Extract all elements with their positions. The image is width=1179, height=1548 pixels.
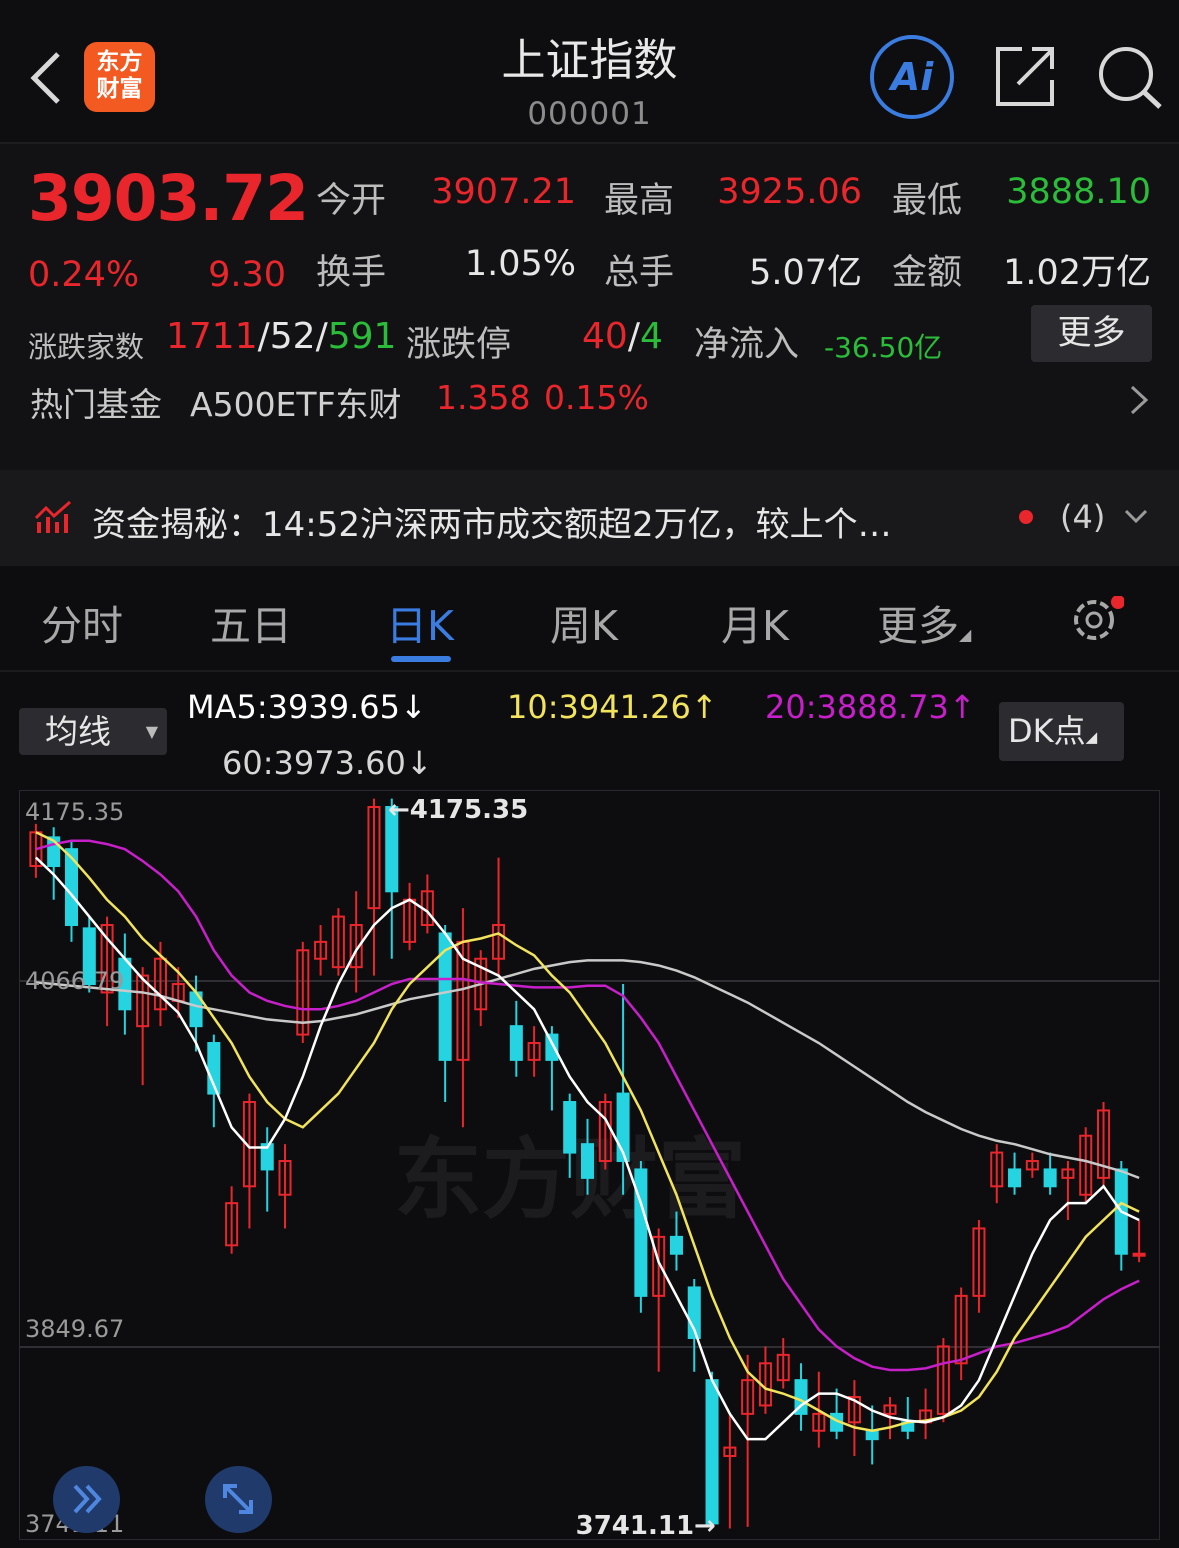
ma60-value: 60:3973.60↓ — [222, 744, 433, 782]
tab-yuek[interactable]: 月K — [721, 592, 789, 652]
fund-chevron-icon — [1126, 384, 1150, 420]
fund-percent: 0.15% — [544, 378, 649, 417]
turnover-value: 1.05% — [464, 244, 576, 284]
volume-value: 5.07亿 — [749, 253, 862, 293]
news-text: 资金揭秘：14:52沪深两市成交额超2万亿，较上个… — [92, 505, 892, 545]
tab-zhouk[interactable]: 周K — [550, 592, 618, 652]
candle-body — [669, 1235, 683, 1255]
breadth-flat: 52 — [269, 316, 316, 357]
low-value: 3888.10 — [1006, 172, 1151, 212]
ai-button[interactable]: Ai — [868, 33, 956, 121]
open-value: 3907.21 — [431, 172, 576, 212]
candle-body — [545, 1033, 559, 1061]
limit-label: 涨跌停 — [406, 325, 512, 365]
netflow-value: -36.50亿 — [824, 331, 943, 364]
double-chevron-right-icon — [73, 1484, 102, 1514]
search-button[interactable] — [1096, 44, 1164, 112]
tab-fenshi[interactable]: 分时 — [41, 592, 123, 652]
svg-text:Ai: Ai — [888, 55, 934, 99]
share-icon — [996, 47, 1054, 106]
limit-up: 40 — [582, 316, 628, 357]
candle-body — [634, 1168, 648, 1297]
limit-down: 4 — [639, 316, 663, 357]
change-value: 9.30 — [208, 255, 286, 295]
breadth-down: 591 — [327, 316, 397, 357]
candle-body — [1132, 1252, 1146, 1257]
tab-more[interactable]: 更多◢ — [877, 592, 971, 652]
indicator-select[interactable]: 均线 ▼ — [19, 708, 167, 755]
low-annotation: 3741.11→ — [576, 1511, 716, 1540]
tab-rik[interactable]: 日K — [386, 592, 454, 652]
candle-body — [1043, 1168, 1057, 1188]
fund-price: 1.358 — [436, 378, 531, 417]
news-count: (4) — [1060, 498, 1106, 536]
settings-button[interactable] — [1068, 595, 1125, 648]
fullscreen-icon — [223, 1484, 253, 1514]
breadth-up: 1711 — [166, 316, 258, 357]
unread-dot — [1019, 510, 1033, 524]
turnover-label: 换手 — [316, 253, 387, 293]
dk-point-button[interactable]: DK点◢ — [999, 702, 1124, 761]
amount-value: 1.02万亿 — [1003, 253, 1151, 293]
change-percent: 0.24% — [28, 255, 140, 295]
ai-icon: Ai — [870, 35, 954, 119]
more-quote-button[interactable]: 更多 — [1031, 305, 1152, 362]
amount-label: 金额 — [892, 253, 963, 293]
expand-left-button[interactable] — [53, 1466, 120, 1533]
kline-chart[interactable]: 东方财富 4175.354066.793849.673741.11←4175.3… — [19, 790, 1160, 1541]
fund-name: A500ETF东财 — [190, 385, 402, 424]
open-label: 今开 — [316, 181, 387, 221]
breadth-label: 涨跌家数 — [28, 330, 145, 364]
fund-label: 热门基金 — [30, 385, 162, 424]
gear-icon — [1074, 595, 1125, 640]
breadth-values: 1711/52/591 — [166, 316, 397, 357]
candle-body — [580, 1143, 595, 1179]
tab-wuri[interactable]: 五日 — [210, 592, 292, 652]
kline-svg: 东方财富 4175.354066.793849.673741.11←4175.3… — [19, 790, 1160, 1541]
chevron-down-icon[interactable] — [1124, 508, 1148, 528]
candle-body — [705, 1379, 719, 1525]
last-price: 3903.72 — [28, 162, 309, 235]
limit-values: 40/4 — [582, 316, 663, 357]
share-button[interactable] — [994, 44, 1058, 108]
ma20-value: 20:3888.73↑ — [765, 688, 976, 726]
candle-body — [1008, 1168, 1022, 1188]
netflow-label: 净流入 — [694, 325, 800, 365]
trend-chart-icon — [34, 500, 74, 538]
candle-body — [563, 1101, 577, 1154]
fullscreen-button[interactable] — [205, 1466, 272, 1533]
y-axis-label: 3849.67 — [25, 1315, 124, 1343]
search-icon — [1099, 47, 1162, 109]
low-label: 最低 — [892, 181, 963, 221]
volume-label: 总手 — [604, 253, 675, 293]
y-axis-label: 4175.35 — [25, 798, 124, 826]
ma5-value: MA5:3939.65↓ — [187, 688, 427, 726]
ma10-value: 10:3941.26↑ — [507, 688, 718, 726]
dropdown-caret-icon: ▼ — [145, 722, 158, 741]
active-tab-indicator — [391, 656, 451, 662]
high-label: 最高 — [604, 181, 675, 221]
high-annotation: ←4175.35 — [388, 795, 528, 825]
candle-body — [509, 1025, 523, 1061]
high-value: 3925.06 — [717, 172, 862, 212]
y-axis-label: 4066.79 — [25, 967, 124, 995]
